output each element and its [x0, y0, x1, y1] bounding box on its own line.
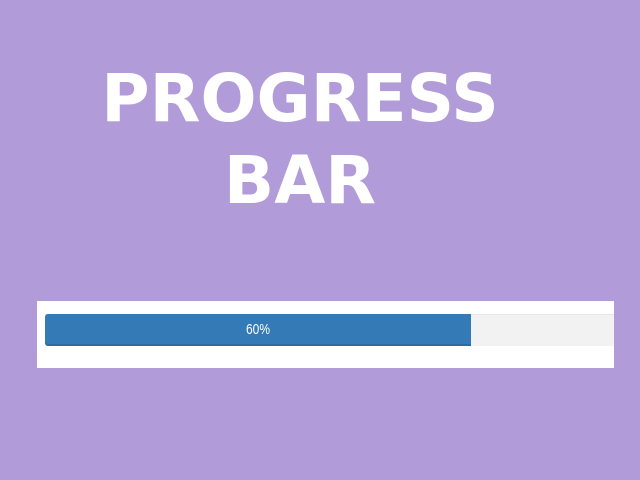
progress-track: 60% — [45, 314, 614, 346]
page-title: PROGRESS BAR — [0, 58, 600, 222]
progress-panel: 60% — [37, 301, 614, 368]
title-line-2: BAR — [223, 142, 377, 219]
title-line-1: PROGRESS — [101, 60, 499, 137]
progress-fill: 60% — [45, 314, 471, 346]
progress-label: 60% — [245, 321, 271, 338]
